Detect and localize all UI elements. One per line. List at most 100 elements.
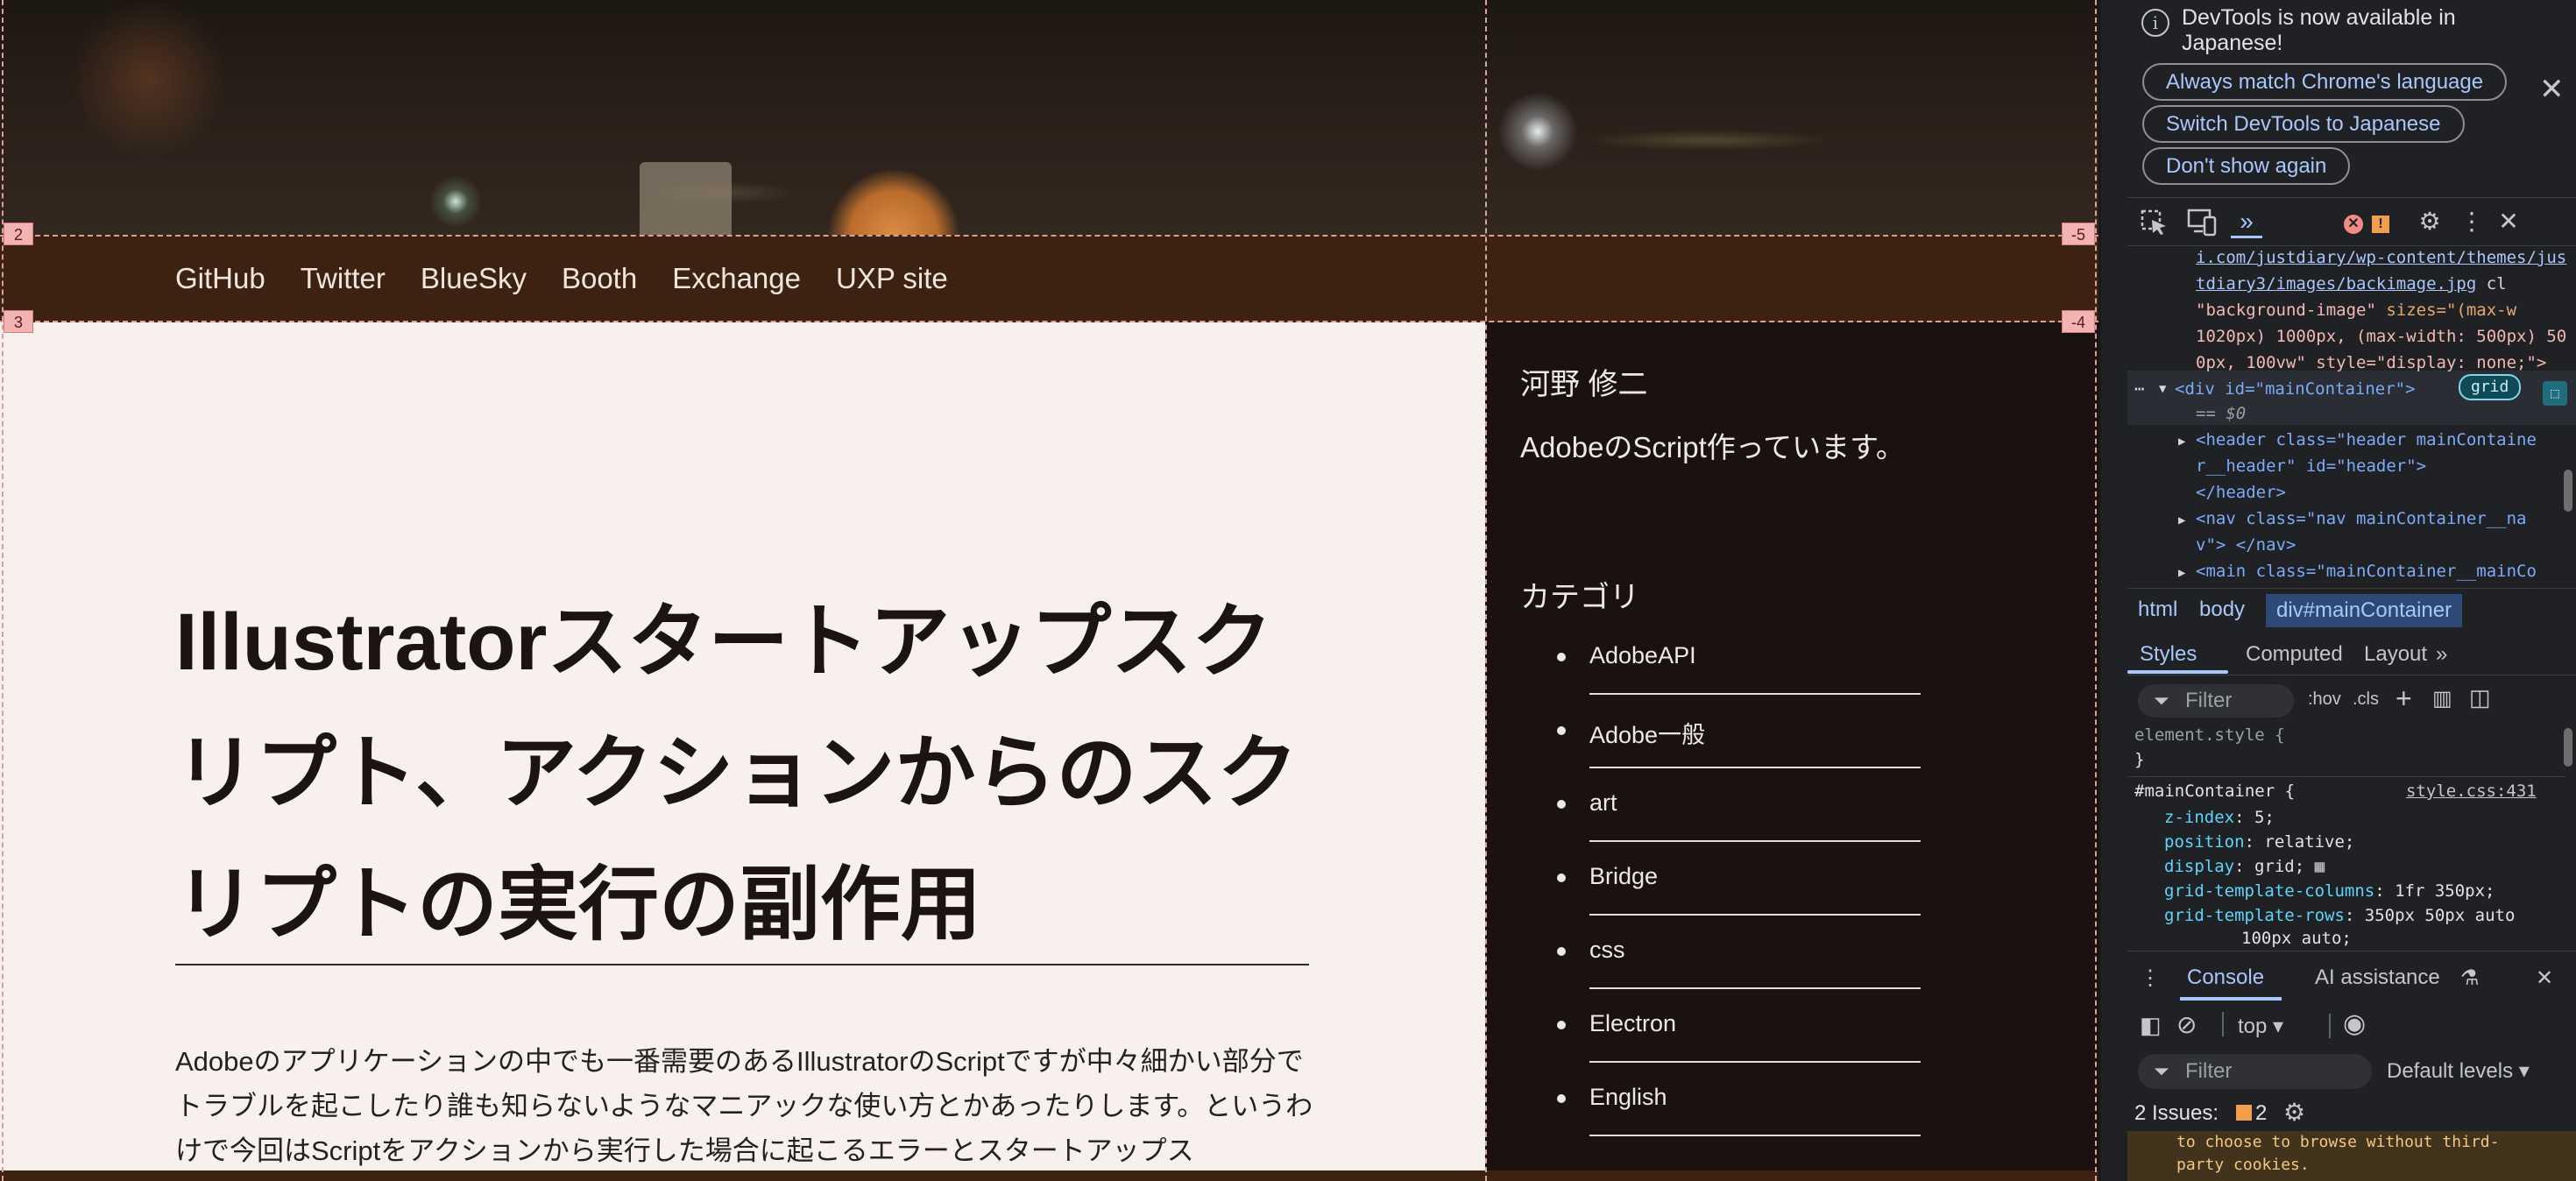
code-line[interactable]: 0px, 100vw" style="display: none;"> <box>2196 350 2546 376</box>
always-match-language-button[interactable]: Always match Chrome's language <box>2142 63 2508 101</box>
switch-to-japanese-button[interactable]: Switch DevTools to Japanese <box>2142 105 2465 143</box>
hov-toggle[interactable]: :hov <box>2308 690 2341 710</box>
context-select[interactable]: top ▾ <box>2238 1014 2283 1039</box>
breadcrumb-html[interactable]: html <box>2138 598 2177 622</box>
sidebar-toggle-icon[interactable]: ◫ <box>2469 684 2491 711</box>
property-name[interactable]: display <box>2164 857 2234 876</box>
expand-triangle-icon[interactable]: ▶ <box>2178 560 2185 586</box>
code-line[interactable]: <main class="mainContainer__mainCo <box>2196 558 2537 584</box>
category-link[interactable]: English <box>1589 1075 1886 1111</box>
category-item[interactable]: English <box>1520 1075 1921 1149</box>
rule-selector[interactable]: #mainContainer { <box>2134 779 2295 803</box>
category-item[interactable]: art <box>1520 781 1921 854</box>
more-tabs-icon[interactable]: » <box>2231 205 2262 238</box>
breadcrumb-body[interactable]: body <box>2199 598 2245 622</box>
nav-link-uxp-site[interactable]: UXP site <box>836 262 948 295</box>
nav-link-twitter[interactable]: Twitter <box>301 262 386 295</box>
close-devtools-icon[interactable]: ✕ <box>2494 205 2523 238</box>
code-line[interactable]: tdiary3/images/backimage.jpg cl <box>2196 271 2507 297</box>
code-line[interactable]: r__header" id="header"> <box>2196 453 2426 479</box>
log-levels-select[interactable]: Default levels ▾ <box>2387 1054 2530 1089</box>
code-line[interactable]: 1020px) 1000px, (max-width: 500px) 50 <box>2196 323 2566 350</box>
property-name[interactable]: position <box>2164 832 2245 852</box>
breadcrumb-main-container[interactable]: div#mainContainer <box>2266 594 2463 627</box>
dont-show-again-button[interactable]: Don't show again <box>2142 147 2351 185</box>
category-link[interactable]: AdobeAPI <box>1589 633 1886 669</box>
code-line[interactable]: <header class="header mainContaine <box>2196 427 2537 453</box>
nav-link-bluesky[interactable]: BlueSky <box>421 262 527 295</box>
style-property[interactable]: grid-template-columns: 1fr 350px; <box>2164 879 2495 903</box>
expand-triangle-icon[interactable]: ▼ <box>2159 376 2166 402</box>
expand-triangle-icon[interactable]: ▶ <box>2178 507 2185 534</box>
code-line[interactable]: "background-image" sizes="(max-w <box>2196 297 2516 323</box>
category-item[interactable]: css <box>1520 928 1921 1001</box>
property-value[interactable]: 1fr 350px; <box>2395 881 2495 901</box>
expand-triangle-icon[interactable]: ▶ <box>2178 428 2185 455</box>
paint-brush-icon[interactable]: ▥ <box>2432 686 2452 711</box>
code-link[interactable]: tdiary3/images/backimage.jpg <box>2196 274 2476 293</box>
property-value[interactable]: relative; <box>2264 832 2354 852</box>
category-link[interactable]: Electron <box>1589 1001 1886 1037</box>
filter-icon: ⏷ <box>2154 1060 2169 1082</box>
source-link[interactable]: style.css:431 <box>2406 779 2537 803</box>
tab-layout[interactable]: Layout <box>2364 642 2427 667</box>
elements-scroll-thumb[interactable] <box>2564 470 2572 512</box>
category-link[interactable]: Bridge <box>1589 854 1886 890</box>
warning-icon[interactable]: ! <box>2369 205 2392 238</box>
tab-computed[interactable]: Computed <box>2246 642 2343 667</box>
error-icon[interactable]: ✕ <box>2342 205 2365 238</box>
console-filter-input[interactable]: ⏷ Filter <box>2138 1054 2372 1089</box>
property-name[interactable]: grid-template-rows <box>2164 906 2345 925</box>
close-icon[interactable]: ✕ <box>2539 72 2565 107</box>
grid-editor-icon[interactable]: ▦ <box>2304 857 2325 876</box>
category-item[interactable]: AdobeAPI <box>1520 633 1921 707</box>
sidebar: 河野 修二 AdobeのScript作っています。 カテゴリ AdobeAPI … <box>1485 322 2098 1181</box>
property-name[interactable]: z-index <box>2164 808 2234 827</box>
gear-icon[interactable]: ⚙ <box>2283 1098 2305 1127</box>
category-link[interactable]: css <box>1589 928 1886 964</box>
more-tabs-icon[interactable]: » <box>2436 642 2447 667</box>
code-line[interactable]: <nav class="nav mainContainer__na <box>2196 506 2527 532</box>
add-grid-overlay-icon[interactable]: ⬚ <box>2543 381 2567 406</box>
tab-ai-assistance[interactable]: AI assistance <box>2315 965 2440 990</box>
category-item[interactable]: Bridge <box>1520 854 1921 928</box>
eye-icon[interactable]: ◉ <box>2343 1008 2366 1039</box>
element-style-selector[interactable]: element.style { <box>2134 725 2285 747</box>
style-property[interactable]: position: relative; <box>2164 830 2354 854</box>
nav-link-booth[interactable]: Booth <box>562 262 637 295</box>
device-toolbar-icon[interactable] <box>2187 205 2219 238</box>
code-line[interactable]: i.com/justdiary/wp-content/themes/jus <box>2196 246 2566 271</box>
code-line[interactable]: </header> <box>2196 479 2286 506</box>
tab-console[interactable]: Console <box>2187 965 2264 990</box>
style-property[interactable]: display: grid; ▦ <box>2164 854 2325 879</box>
drawer-menu-icon[interactable]: ⋮ <box>2140 965 2161 991</box>
cls-toggle[interactable]: .cls <box>2353 690 2379 710</box>
property-value[interactable]: 5; <box>2254 808 2275 827</box>
clear-console-icon[interactable]: ⊘ <box>2176 1010 2197 1039</box>
inspect-element-icon[interactable] <box>2140 205 2169 238</box>
nav-link-github[interactable]: GitHub <box>175 262 265 295</box>
category-item[interactable]: Adobe一般 <box>1520 707 1921 781</box>
selected-node-tag[interactable]: <div id="mainContainer"> <box>2175 376 2416 402</box>
style-property[interactable]: grid-template-rows: 350px 50px auto <box>2164 903 2515 928</box>
property-name[interactable]: grid-template-columns <box>2164 881 2374 901</box>
code-line[interactable]: v"> </nav> <box>2196 532 2296 558</box>
close-drawer-icon[interactable]: ✕ <box>2536 965 2553 991</box>
styles-scroll-thumb[interactable] <box>2564 728 2572 767</box>
kebab-menu-icon[interactable]: ⋮ <box>2459 205 2485 238</box>
sidebar-toggle-icon[interactable]: ◧ <box>2140 1012 2162 1039</box>
issues-bar[interactable]: 2 Issues: 2 ⚙ <box>2127 1096 2576 1131</box>
property-value[interactable]: 350px 50px auto <box>2365 906 2516 925</box>
add-style-rule-icon[interactable]: + <box>2396 682 2412 715</box>
category-link[interactable]: Adobe一般 <box>1589 707 1886 750</box>
grid-badge[interactable]: grid <box>2459 374 2522 400</box>
style-property[interactable]: z-index: 5; <box>2164 805 2275 830</box>
property-value[interactable]: grid; <box>2254 857 2304 876</box>
styles-filter-input[interactable]: ⏷ Filter <box>2138 684 2294 718</box>
category-link[interactable]: art <box>1589 781 1886 817</box>
tab-styles[interactable]: Styles <box>2140 642 2197 667</box>
gear-icon[interactable]: ⚙ <box>2415 205 2445 238</box>
category-item[interactable]: Electron <box>1520 1001 1921 1075</box>
nav-link-exchange[interactable]: Exchange <box>672 262 801 295</box>
ellipsis-icon[interactable]: ⋯ <box>2134 376 2144 402</box>
